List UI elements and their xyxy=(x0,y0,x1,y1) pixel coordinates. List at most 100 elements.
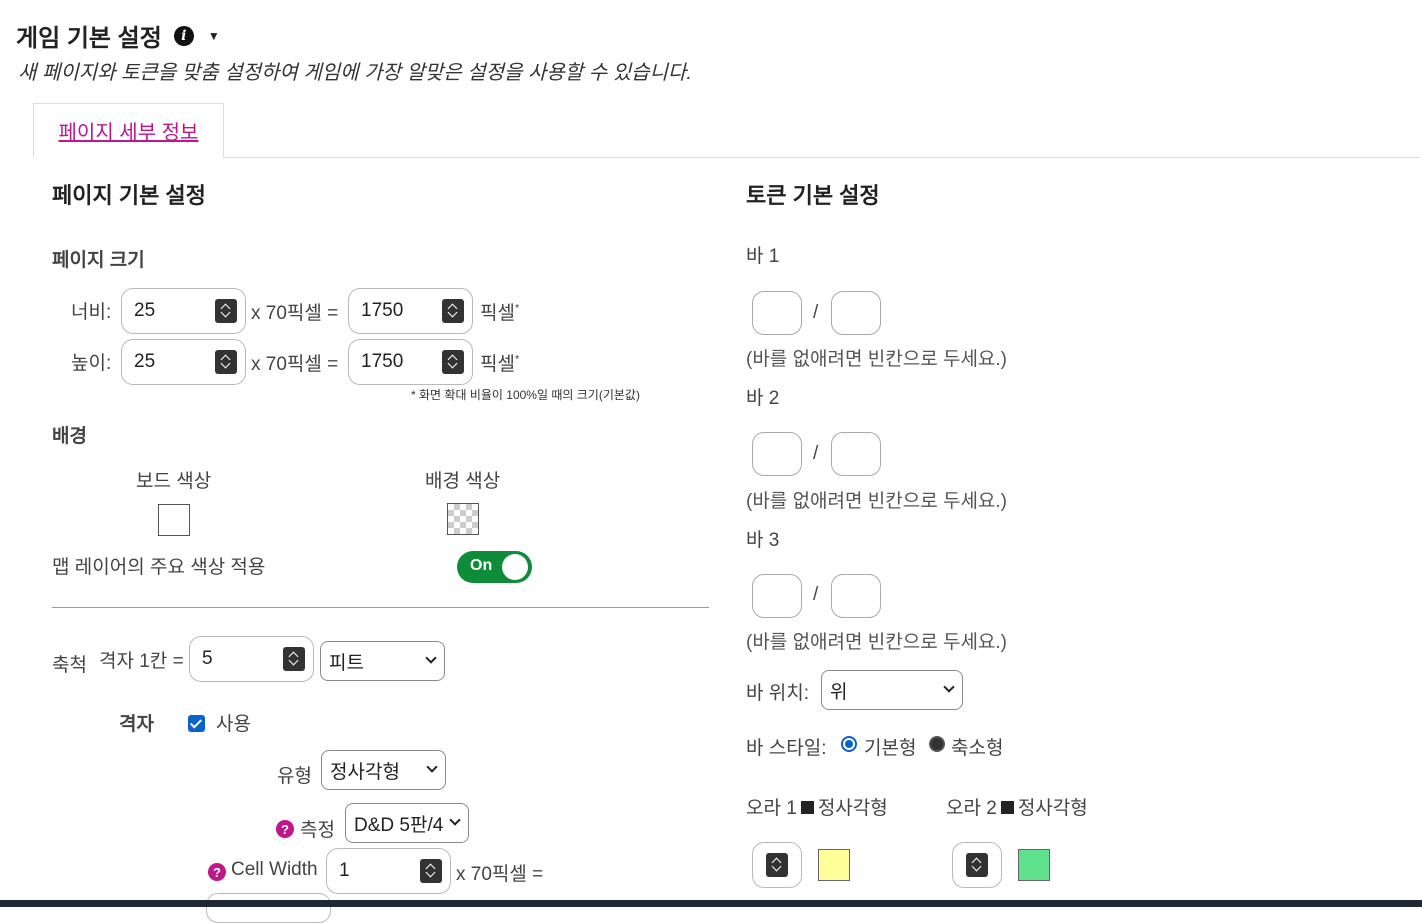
width-label: 너비: xyxy=(71,302,112,323)
stepper-icon[interactable] xyxy=(966,853,988,877)
bar2-hint: (바를 없애려면 빈칸으로 두세요.) xyxy=(746,491,1008,512)
aura2-label: 오라 2 xyxy=(946,798,997,819)
tab-page-details-label: 페이지 세부 정보 xyxy=(58,122,199,144)
chevron-down-icon xyxy=(943,681,955,693)
bar3-max-input[interactable] xyxy=(831,574,881,618)
width-value: 25 xyxy=(134,300,156,321)
height-input[interactable]: 25 xyxy=(121,339,246,385)
cell-width-input[interactable]: 1 xyxy=(326,848,451,894)
height-multiplier: x 70픽셀 = xyxy=(251,354,339,375)
bar3-value-input[interactable] xyxy=(752,574,802,618)
aura2-radius-input[interactable] xyxy=(952,842,1002,888)
stepper-icon[interactable] xyxy=(215,299,237,323)
bar2-max-input[interactable] xyxy=(831,432,881,476)
cell-width-label: Cell Width xyxy=(231,859,318,880)
square-shape-icon xyxy=(1000,800,1014,814)
asterisk: * xyxy=(514,302,520,315)
caret-down-icon[interactable]: ▼ xyxy=(208,29,220,43)
bar3-hint: (바를 없애려면 빈칸으로 두세요.) xyxy=(746,632,1008,653)
stepper-icon[interactable] xyxy=(766,853,788,877)
map-layer-label: 맵 레이어의 주요 색상 적용 xyxy=(52,557,266,578)
aura1-color-swatch[interactable] xyxy=(818,849,850,881)
grid-measure-label: 측정 xyxy=(300,820,335,841)
height-label: 높이: xyxy=(71,353,112,374)
bar-style-radio-default[interactable] xyxy=(841,736,857,752)
size-footnote: * 화면 확대 비율이 100%일 때의 크기(기본값) xyxy=(411,388,640,402)
height-px-value: 1750 xyxy=(361,351,404,372)
chevron-down-icon xyxy=(426,761,438,773)
aura2-header: 오라 2 정사각형 xyxy=(946,793,1088,820)
board-color-swatch[interactable] xyxy=(158,504,190,536)
chevron-down-icon xyxy=(449,814,461,826)
page-title-text: 게임 기본 설정 xyxy=(16,25,162,52)
bar2-label: 바 2 xyxy=(746,388,780,409)
grid-type-label: 유형 xyxy=(277,766,312,787)
aura1-shape[interactable]: 정사각형 xyxy=(818,798,888,819)
stepper-icon[interactable] xyxy=(283,647,305,671)
map-layer-toggle[interactable]: On xyxy=(457,551,532,583)
page-settings-heading: 페이지 기본 설정 xyxy=(52,183,206,208)
cell-width-value: 1 xyxy=(339,860,350,881)
stepper-icon[interactable] xyxy=(442,299,464,323)
asterisk: * xyxy=(514,353,520,366)
help-icon[interactable]: ? xyxy=(208,863,226,881)
bar-position-select[interactable]: 위 xyxy=(821,670,963,710)
stepper-icon[interactable] xyxy=(215,350,237,374)
toggle-knob xyxy=(502,554,528,580)
grid-enabled-checkbox[interactable] xyxy=(188,715,205,732)
height-pixel-unit: 픽셀* xyxy=(480,349,519,376)
scale-unit-select[interactable]: 피트 xyxy=(320,641,445,681)
cell-width-multiplier: x 70픽셀 = xyxy=(456,864,544,885)
aura2-color-swatch[interactable] xyxy=(1018,849,1050,881)
bar1-hint: (바를 없애려면 빈칸으로 두세요.) xyxy=(746,349,1008,370)
section-divider xyxy=(52,607,709,608)
aura1-header: 오라 1 정사각형 xyxy=(746,793,888,820)
width-pixel-unit: 픽셀* xyxy=(480,298,519,325)
bar-position-label: 바 위치: xyxy=(746,683,809,704)
background-heading: 배경 xyxy=(52,426,87,447)
bar-position-value: 위 xyxy=(830,681,848,703)
grid-measure-select[interactable]: D&D 5판/4 xyxy=(345,803,469,843)
aura1-radius-input[interactable] xyxy=(752,842,802,888)
scale-label: 축척 xyxy=(52,655,87,676)
width-input[interactable]: 25 xyxy=(121,288,246,334)
grid-measure-value: D&D 5판/4 xyxy=(354,814,444,836)
scale-unit-value: 피트 xyxy=(329,652,364,674)
scale-cell-label: 격자 1칸 = xyxy=(99,651,184,672)
cell-width-px-input[interactable] xyxy=(206,893,331,923)
tab-page-details[interactable]: 페이지 세부 정보 xyxy=(33,103,224,158)
help-icon[interactable]: ? xyxy=(276,820,294,838)
height-value: 25 xyxy=(134,351,156,372)
bar1-value-input[interactable] xyxy=(752,291,802,335)
bar2-value-input[interactable] xyxy=(752,432,802,476)
scale-value-input[interactable]: 5 xyxy=(189,636,314,682)
aura2-shape[interactable]: 정사각형 xyxy=(1018,798,1088,819)
square-shape-icon xyxy=(800,800,814,814)
bar-style-radio-compact[interactable] xyxy=(929,736,945,752)
stepper-icon[interactable] xyxy=(442,350,464,374)
board-color-label: 보드 색상 xyxy=(136,471,212,492)
width-px-input[interactable]: 1750 xyxy=(348,288,473,334)
grid-type-select[interactable]: 정사각형 xyxy=(321,750,446,790)
bg-color-swatch[interactable] xyxy=(447,503,479,535)
bar1-separator: / xyxy=(813,302,819,323)
bottom-bar xyxy=(0,900,1422,907)
grid-label: 격자 xyxy=(119,714,154,735)
bar2-separator: / xyxy=(813,443,819,464)
bar-style-option-default: 기본형 xyxy=(864,738,917,759)
height-px-input[interactable]: 1750 xyxy=(348,339,473,385)
bg-color-label: 배경 색상 xyxy=(425,471,501,492)
bar-style-label: 바 스타일: xyxy=(746,738,827,759)
bar3-label: 바 3 xyxy=(746,530,780,551)
chevron-down-icon xyxy=(425,652,437,664)
width-px-value: 1750 xyxy=(361,300,404,321)
token-settings-heading: 토큰 기본 설정 xyxy=(746,183,880,208)
bar1-max-input[interactable] xyxy=(831,291,881,335)
grid-enabled-label: 사용 xyxy=(216,714,251,735)
scale-value: 5 xyxy=(202,648,213,669)
width-multiplier: x 70픽셀 = xyxy=(251,303,339,324)
stepper-icon[interactable] xyxy=(420,859,442,883)
tab-divider xyxy=(34,157,1420,158)
info-icon[interactable]: i xyxy=(173,25,194,46)
page-subtitle: 새 페이지와 토큰을 맞춤 설정하여 게임에 가장 알맞은 설정을 사용할 수 … xyxy=(18,62,692,84)
